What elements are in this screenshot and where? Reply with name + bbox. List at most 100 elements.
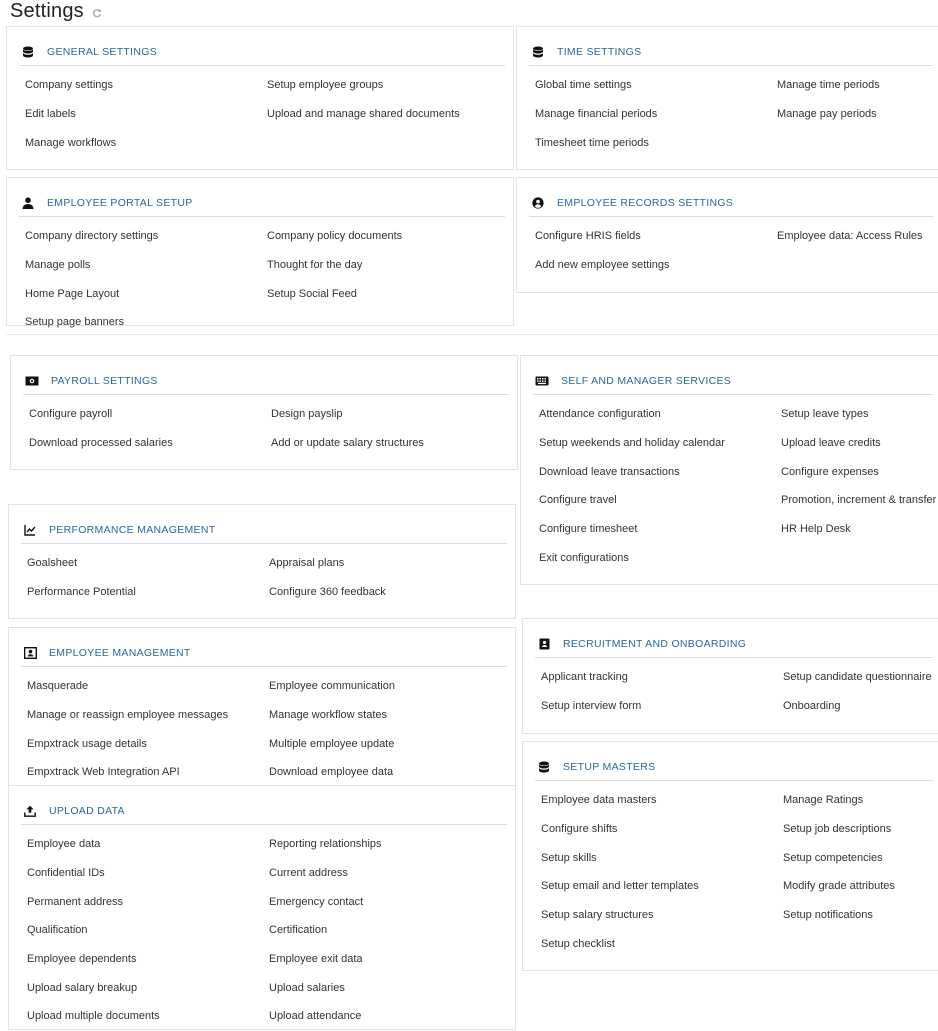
setup-masters-title: SETUP MASTERS [563,761,656,773]
link-upload-current-address[interactable]: Current address [269,859,515,888]
link-company-policy-documents[interactable]: Company policy documents [267,222,513,251]
link-upload-emergency-contact[interactable]: Emergency contact [269,887,515,916]
link-exit-configurations[interactable]: Exit configurations [539,543,781,572]
link-upload-shared-documents[interactable]: Upload and manage shared documents [267,100,513,129]
self-manager-services-title: SELF AND MANAGER SERVICES [561,375,732,387]
link-setup-social-feed[interactable]: Setup Social Feed [267,279,513,308]
link-upload-qualification[interactable]: Qualification [27,916,269,945]
link-masquerade[interactable]: Masquerade [27,672,269,701]
link-upload-permanent-address[interactable]: Permanent address [27,887,269,916]
setup-masters-card: SETUP MASTERS Employee data masters Mana… [522,741,938,971]
link-reassign-employee-messages[interactable]: Manage or reassign employee messages [27,701,269,730]
time-settings-title: TIME SETTINGS [557,46,642,58]
link-company-directory-settings[interactable]: Company directory settings [25,222,267,251]
link-appraisal-plans[interactable]: Appraisal plans [269,549,515,578]
link-edit-labels[interactable]: Edit labels [25,100,267,129]
payroll-settings-header: PAYROLL SETTINGS [23,368,509,395]
link-add-new-employee-settings[interactable]: Add new employee settings [535,251,777,280]
link-setup-checklist[interactable]: Setup checklist [541,929,783,958]
link-upload-attendance[interactable]: Upload attendance [269,1002,515,1031]
link-setup-page-banners[interactable]: Setup page banners [25,308,267,337]
link-manage-financial-periods[interactable]: Manage financial periods [535,100,777,129]
link-manage-workflows[interactable]: Manage workflows [25,128,267,157]
link-holiday-calendar[interactable]: Setup weekends and holiday calendar [539,429,781,458]
link-setup-employee-groups[interactable]: Setup employee groups [267,71,513,100]
setup-masters-header: SETUP MASTERS [535,754,933,781]
link-upload-salary-breakup[interactable]: Upload salary breakup [27,973,269,1002]
link-setup-job-descriptions[interactable]: Setup job descriptions [783,815,938,844]
link-configure-expenses[interactable]: Configure expenses [781,457,938,486]
link-manage-workflow-states[interactable]: Manage workflow states [269,701,515,730]
link-upload-employee-data[interactable]: Employee data [27,830,269,859]
link-configure-shifts[interactable]: Configure shifts [541,815,783,844]
link-upload-multiple-documents[interactable]: Upload multiple documents [27,1002,269,1031]
performance-management-card: PERFORMANCE MANAGEMENT Goalsheet Apprais… [8,504,516,619]
link-configure-travel[interactable]: Configure travel [539,486,781,515]
link-candidate-questionnaire[interactable]: Setup candidate questionnaire [783,663,938,692]
link-design-payslip[interactable]: Design payslip [271,400,517,429]
link-upload-employee-dependents[interactable]: Employee dependents [27,945,269,974]
performance-management-header: PERFORMANCE MANAGEMENT [21,517,507,544]
link-download-processed-salaries[interactable]: Download processed salaries [29,429,271,458]
link-employee-communication[interactable]: Employee communication [269,672,515,701]
link-download-employee-data[interactable]: Download employee data [269,758,515,787]
link-manage-pay-periods[interactable]: Manage pay periods [777,100,938,129]
link-applicant-tracking[interactable]: Applicant tracking [541,663,783,692]
link-setup-competencies[interactable]: Setup competencies [783,843,938,872]
link-configure-timesheet[interactable]: Configure timesheet [539,515,781,544]
link-manage-polls[interactable]: Manage polls [25,251,267,280]
link-upload-salaries[interactable]: Upload salaries [269,973,515,1002]
link-download-leave-transactions[interactable]: Download leave transactions [539,457,781,486]
link-home-page-layout[interactable]: Home Page Layout [25,279,267,308]
link-salary-structures[interactable]: Add or update salary structures [271,429,517,458]
link-usage-details[interactable]: Empxtrack usage details [27,729,269,758]
link-web-integration-api[interactable]: Empxtrack Web Integration API [27,758,269,787]
time-settings-card: TIME SETTINGS Global time settings Manag… [516,26,938,170]
upload-data-card: UPLOAD DATA Employee data Reporting rela… [8,785,516,1030]
link-promotion-increment-transfer[interactable]: Promotion, increment & transfer [781,486,938,515]
link-timesheet-time-periods[interactable]: Timesheet time periods [535,128,777,157]
link-setup-salary-structures[interactable]: Setup salary structures [541,901,783,930]
payroll-settings-title: PAYROLL SETTINGS [51,375,158,387]
link-goalsheet[interactable]: Goalsheet [27,549,269,578]
upload-data-items: Employee data Reporting relationships Co… [27,830,515,1031]
link-company-settings[interactable]: Company settings [25,71,267,100]
link-setup-leave-types[interactable]: Setup leave types [781,400,938,429]
link-setup-interview-form[interactable]: Setup interview form [541,692,783,721]
link-upload-confidential-ids[interactable]: Confidential IDs [27,859,269,888]
link-email-letter-templates[interactable]: Setup email and letter templates [541,872,783,901]
refresh-icon[interactable] [92,8,102,18]
upload-data-title: UPLOAD DATA [49,805,125,817]
link-multiple-employee-update[interactable]: Multiple employee update [269,729,515,758]
link-configure-360-feedback[interactable]: Configure 360 feedback [269,578,515,607]
link-modify-grade-attributes[interactable]: Modify grade attributes [783,872,938,901]
link-employee-data-masters[interactable]: Employee data masters [541,786,783,815]
link-manage-ratings[interactable]: Manage Ratings [783,786,938,815]
link-setup-notifications[interactable]: Setup notifications [783,901,938,930]
general-settings-card: GENERAL SETTINGS Company settings Setup … [6,26,514,170]
performance-management-title: PERFORMANCE MANAGEMENT [49,524,216,536]
line-chart-icon [23,523,37,537]
link-configure-hris-fields[interactable]: Configure HRIS fields [535,222,777,251]
link-employee-data-access-rules[interactable]: Employee data: Access Rules [777,222,938,251]
employee-management-header: EMPLOYEE MANAGEMENT [21,640,507,667]
link-upload-reporting-relationships[interactable]: Reporting relationships [269,830,515,859]
upload-icon [23,804,37,818]
link-onboarding[interactable]: Onboarding [783,692,938,721]
link-global-time-settings[interactable]: Global time settings [535,71,777,100]
link-thought-for-the-day[interactable]: Thought for the day [267,251,513,280]
self-manager-services-card: SELF AND MANAGER SERVICES Attendance con… [520,355,938,585]
link-configure-payroll[interactable]: Configure payroll [29,400,271,429]
link-manage-time-periods[interactable]: Manage time periods [777,71,938,100]
general-settings-header: GENERAL SETTINGS [19,39,505,66]
link-upload-employee-exit-data[interactable]: Employee exit data [269,945,515,974]
link-upload-leave-credits[interactable]: Upload leave credits [781,429,938,458]
link-upload-certification[interactable]: Certification [269,916,515,945]
link-hr-help-desk[interactable]: HR Help Desk [781,515,938,544]
link-attendance-configuration[interactable]: Attendance configuration [539,400,781,429]
link-performance-potential[interactable]: Performance Potential [27,578,269,607]
divider [6,334,938,335]
time-settings-header: TIME SETTINGS [529,39,933,66]
database-icon [21,45,35,59]
link-setup-skills[interactable]: Setup skills [541,843,783,872]
